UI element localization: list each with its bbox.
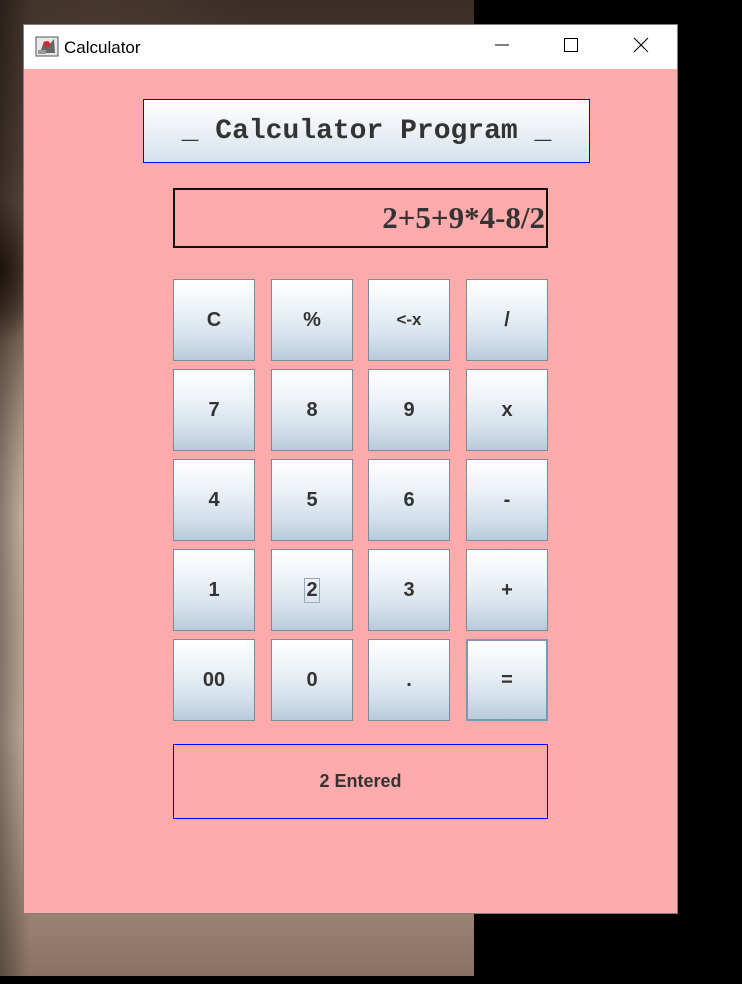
divide-button[interactable]: / [466, 279, 548, 361]
key-label: - [503, 488, 511, 511]
java-duke-icon [35, 35, 59, 57]
status-message: 2 Entered [173, 744, 548, 819]
subtract-button[interactable]: - [466, 459, 548, 541]
key-label: + [501, 578, 513, 601]
clear-button[interactable]: C [173, 279, 255, 361]
key-label: C [206, 308, 222, 331]
key-label: 0 [306, 668, 318, 691]
key-label: % [303, 308, 321, 331]
digit-5-button[interactable]: 5 [271, 459, 353, 541]
digit-1-button[interactable]: 1 [173, 549, 255, 631]
key-label: 7 [208, 398, 220, 421]
key-label: 6 [403, 488, 415, 511]
key-label: = [501, 668, 513, 691]
key-label: 8 [306, 398, 318, 421]
key-label: 00 [202, 668, 226, 691]
calculator-window: Calculator _ Calculator Program _ 2+5+9*… [24, 25, 677, 913]
minimize-icon [494, 37, 510, 58]
key-label: 3 [403, 578, 415, 601]
keypad: C % <-x / 7 8 9 x 4 5 6 - 1 2 3 + 00 0 .… [173, 279, 548, 721]
double-zero-button[interactable]: 00 [173, 639, 255, 721]
digit-2-button[interactable]: 2 [271, 549, 353, 631]
window-title: Calculator [64, 38, 141, 57]
digit-4-button[interactable]: 4 [173, 459, 255, 541]
close-button[interactable] [607, 25, 675, 69]
key-label: 1 [208, 578, 220, 601]
digit-8-button[interactable]: 8 [271, 369, 353, 451]
close-icon [633, 37, 649, 58]
decimal-point-button[interactable]: . [368, 639, 450, 721]
multiply-button[interactable]: x [466, 369, 548, 451]
key-label: x [501, 398, 513, 421]
digit-0-button[interactable]: 0 [271, 639, 353, 721]
key-label: 9 [403, 398, 415, 421]
add-button[interactable]: + [466, 549, 548, 631]
digit-9-button[interactable]: 9 [368, 369, 450, 451]
minimize-button[interactable] [468, 25, 536, 69]
maximize-icon [563, 37, 579, 58]
key-label: 4 [208, 488, 220, 511]
digit-6-button[interactable]: 6 [368, 459, 450, 541]
key-label: . [406, 668, 412, 691]
key-label: 2 [304, 577, 320, 603]
key-label: / [504, 308, 510, 331]
key-label: 5 [306, 488, 318, 511]
percent-button[interactable]: % [271, 279, 353, 361]
program-heading: _ Calculator Program _ [143, 99, 590, 163]
title-bar[interactable]: Calculator [24, 25, 677, 69]
maximize-button[interactable] [537, 25, 605, 69]
backspace-button[interactable]: <-x [368, 279, 450, 361]
digit-7-button[interactable]: 7 [173, 369, 255, 451]
key-label: <-x [396, 310, 422, 329]
equals-button[interactable]: = [466, 639, 548, 721]
digit-3-button[interactable]: 3 [368, 549, 450, 631]
expression-display: 2+5+9*4-8/2 [173, 188, 548, 248]
